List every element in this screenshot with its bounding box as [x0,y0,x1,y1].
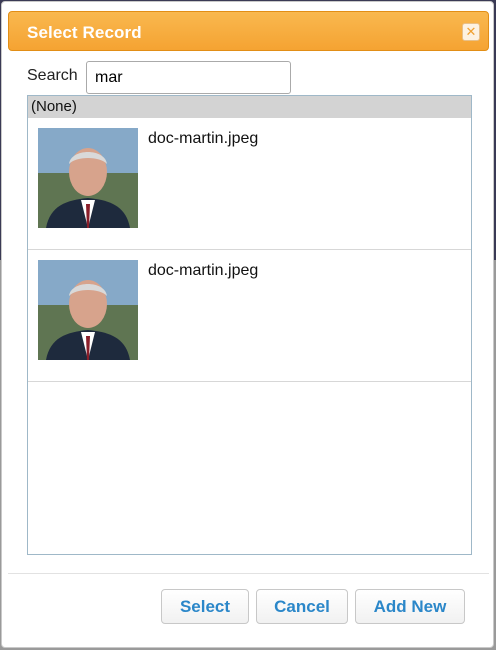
footer-divider [8,573,489,574]
cancel-button[interactable]: Cancel [256,589,348,624]
close-icon: ✕ [465,24,477,39]
dialog-titlebar: Select Record ✕ [8,11,489,51]
portrait-photo-icon [38,260,138,360]
record-list[interactable]: (None) doc-martin.jpeg doc-martin.jpeg [27,95,472,555]
list-item[interactable]: doc-martin.jpeg [28,250,471,382]
portrait-thumbnail [38,128,138,228]
portrait-thumbnail [38,260,138,360]
dialog-title: Select Record [27,23,142,42]
search-input[interactable] [86,61,291,94]
add-new-button[interactable]: Add New [355,589,465,624]
record-label: doc-martin.jpeg [148,130,259,147]
select-button[interactable]: Select [161,589,249,624]
portrait-photo-icon [38,128,138,228]
list-item-none[interactable]: (None) [28,96,471,118]
search-label: Search [27,67,78,84]
select-record-dialog: Select Record ✕ Search (None) doc-martin… [1,1,494,648]
record-label: doc-martin.jpeg [148,262,259,279]
close-button[interactable]: ✕ [462,23,480,41]
list-item[interactable]: doc-martin.jpeg [28,118,471,250]
